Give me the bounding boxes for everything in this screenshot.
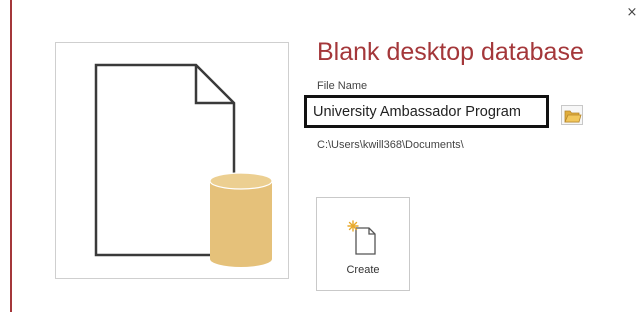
file-name-input[interactable] (304, 95, 549, 128)
dialog-title: Blank desktop database (317, 38, 584, 66)
file-name-label: File Name (317, 80, 368, 92)
blank-database-icon (94, 63, 273, 267)
close-icon[interactable]: × (625, 6, 639, 20)
browse-folder-button[interactable] (561, 105, 583, 125)
new-file-icon (347, 220, 376, 255)
folder-icon (564, 110, 582, 123)
new-database-dialog: × Blank desktop database File Name C:\Us… (0, 0, 642, 312)
database-preview (55, 42, 289, 279)
create-button-label: Create (346, 264, 380, 276)
dialog-accent-border (10, 0, 12, 312)
file-path-text: C:\Users\kwill368\Documents\ (317, 139, 464, 151)
create-button[interactable]: Create (316, 197, 410, 291)
